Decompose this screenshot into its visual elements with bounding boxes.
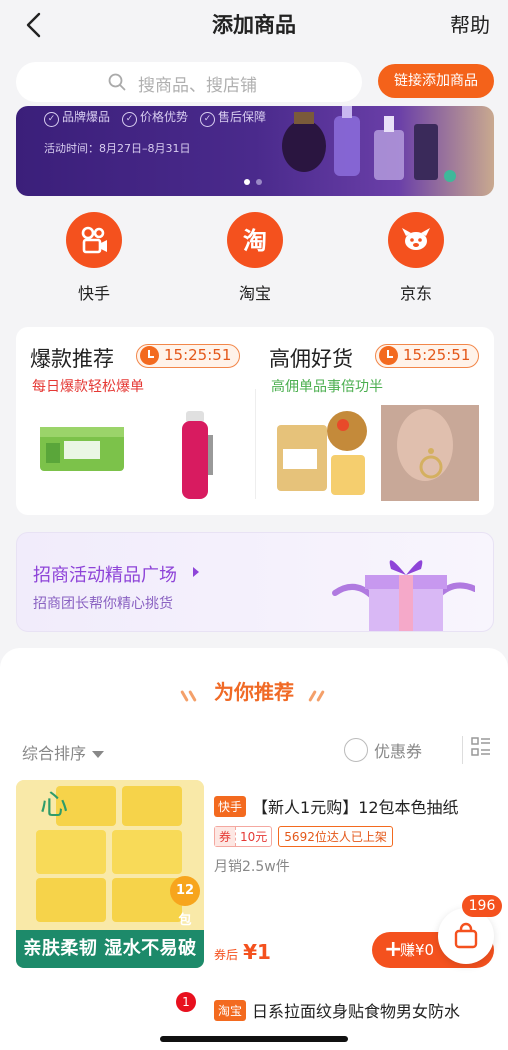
- sort-label: 综合排序: [22, 744, 87, 763]
- platform-tag: 淘宝: [214, 999, 247, 1021]
- banner-tags: 品牌爆品 价格优势 售后保障: [44, 108, 266, 127]
- decoration-icon: [307, 688, 329, 702]
- banner-pagination: [244, 179, 262, 185]
- search-input[interactable]: 搜商品、搜店铺: [16, 62, 362, 102]
- merchant-plaza-banner[interactable]: 招商活动精品广场 招商团长帮你精心挑货: [16, 532, 494, 632]
- sort-dropdown[interactable]: 综合排序: [22, 740, 105, 764]
- section-title: 为你推荐: [0, 676, 508, 705]
- caret-right-icon: [193, 567, 199, 577]
- platform-circle: 淘: [227, 212, 283, 268]
- rank-badge: 1: [176, 992, 196, 1012]
- hot-picks-section[interactable]: 爆款推荐 15:25:51 每日爆款轻松爆单: [16, 327, 255, 515]
- caret-down-icon: [92, 751, 105, 758]
- product-title: 快手 【新人1元购】12包本色抽纸: [214, 794, 459, 818]
- platform-label: 京东: [399, 284, 432, 303]
- kuaishou-icon: [81, 226, 107, 254]
- countdown-timer: 15:25:51: [136, 344, 241, 368]
- help-button[interactable]: 帮助: [450, 9, 490, 38]
- radio-icon: [344, 738, 368, 762]
- monthly-sales: 月销2.5w件: [214, 859, 290, 875]
- clock-icon: [379, 346, 398, 365]
- svg-text:心: 心: [40, 788, 68, 821]
- merchant-title: 招商活动精品广场: [33, 565, 177, 586]
- perfume-bottles-image: [282, 106, 456, 182]
- pagination-dot: [256, 179, 262, 185]
- tag-row: 券 10元 5692位达人已上架: [214, 826, 393, 847]
- coupon-tag: 券 10元: [214, 826, 273, 847]
- thermos-bottle-image: [182, 411, 213, 499]
- search-icon: [108, 73, 126, 91]
- header: 添加商品 帮助: [0, 0, 508, 52]
- taobao-icon: 淘: [243, 227, 267, 255]
- jd-icon: [402, 228, 430, 250]
- page-title: 添加商品: [212, 13, 296, 37]
- price-row: 券后 ¥1: [214, 940, 271, 964]
- shopping-bag-icon: [454, 922, 478, 949]
- link-add-product-button[interactable]: 链接添加商品: [378, 64, 494, 98]
- earring-image: [381, 405, 479, 501]
- search-placeholder: 搜商品、搜店铺: [138, 76, 257, 96]
- gift-box-image: [332, 560, 475, 631]
- image-caption: 亲肤柔韧 湿水不易破: [16, 930, 204, 968]
- product-image: 心 12包 亲肤柔韧 湿水不易破: [16, 780, 204, 968]
- countdown-timer: 15:25:51: [375, 344, 480, 368]
- decoration-icon: [179, 688, 201, 702]
- platform-label: 淘宝: [238, 284, 271, 303]
- platform-circle: [388, 212, 444, 268]
- promo-title: 爆款推荐: [30, 347, 114, 371]
- platform-kuaishou[interactable]: 快手: [44, 212, 144, 304]
- layout-toggle-button[interactable]: [462, 736, 490, 764]
- banner-tag: 价格优势: [122, 108, 188, 127]
- platform-selector: 快手 淘 淘宝 京东: [0, 212, 508, 312]
- banner-date: 活动时间：8月27日–8月31日: [44, 142, 191, 155]
- tissue-pack-image: [40, 427, 124, 471]
- cart-count-badge: 196: [462, 895, 502, 917]
- high-commission-section[interactable]: 高佣好货 15:25:51 高佣单品事倍功半: [255, 327, 494, 515]
- banner-tag: 品牌爆品: [44, 108, 110, 127]
- coupon-tag-label: 券: [215, 827, 236, 846]
- timer-value: 15:25:51: [164, 346, 232, 364]
- kol-count-tag: 5692位达人已上架: [278, 826, 393, 847]
- platform-label: 快手: [77, 284, 110, 303]
- svg-text:淘: 淘: [243, 227, 267, 255]
- platform-jd[interactable]: 京东: [366, 212, 466, 304]
- product-title-overflow: [214, 1022, 464, 1034]
- clock-icon: [140, 346, 159, 365]
- platform-circle: [66, 212, 122, 268]
- product-title: 淘宝 日系拉面纹身贴食物男女防水: [214, 998, 460, 1022]
- timer-value: 15:25:51: [403, 346, 471, 364]
- coupon-tag-value: 10元: [235, 827, 271, 846]
- herbal-tea-image: [277, 411, 367, 495]
- promo-subtitle: 高佣单品事倍功半: [271, 379, 383, 395]
- pack-count-badge: 12包: [170, 876, 200, 928]
- product-card[interactable]: 心 12包 亲肤柔韧 湿水不易破 快手 【新人1元购】12包本色抽纸 券 10元 5…: [16, 780, 494, 970]
- product-name: 【新人1元购】12包本色抽纸: [252, 798, 459, 817]
- promo-card: 爆款推荐 15:25:51 每日爆款轻松爆单 高佣好货 15:25:51 高佣单…: [16, 327, 494, 515]
- list-view-icon: [471, 737, 490, 756]
- price-value: ¥1: [243, 940, 271, 964]
- promo-subtitle: 每日爆款轻松爆单: [32, 379, 144, 395]
- home-indicator: [160, 1036, 348, 1042]
- promo-title: 高佣好货: [269, 347, 353, 371]
- product-name: 日系拉面纹身贴食物男女防水: [252, 1002, 461, 1021]
- coupon-filter-label: 优惠券: [374, 742, 423, 761]
- recommend-title: 为你推荐: [214, 680, 294, 704]
- platform-tag: 快手: [214, 795, 247, 817]
- merchant-subtitle: 招商团长帮你精心挑货: [33, 596, 173, 612]
- tissue-stack-image: 心: [16, 780, 204, 930]
- search-row: 搜商品、搜店铺 链接添加商品: [16, 62, 494, 102]
- promo-banner[interactable]: 品牌爆品 价格优势 售后保障 活动时间：8月27日–8月31日: [16, 106, 494, 196]
- banner-tag: 售后保障: [200, 108, 266, 127]
- coupon-filter-toggle[interactable]: 优惠券: [344, 738, 422, 762]
- price-prefix: 券后: [214, 948, 239, 962]
- pagination-dot: [244, 179, 250, 185]
- platform-taobao[interactable]: 淘 淘宝: [205, 212, 305, 304]
